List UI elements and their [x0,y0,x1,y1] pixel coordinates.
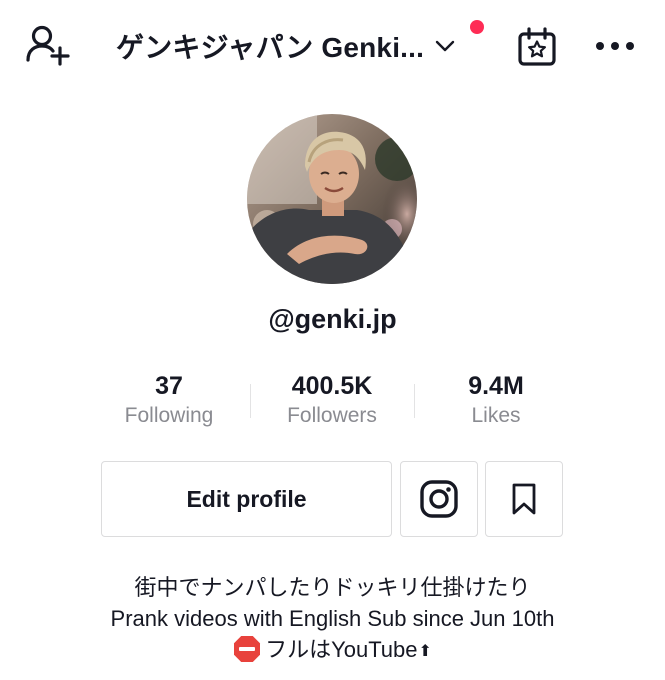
edit-profile-button[interactable]: Edit profile [101,461,392,537]
calendar-button[interactable] [514,24,560,70]
bio-up-arrow: ⬆ [418,643,432,660]
stat-likes[interactable]: 9.4M Likes [411,370,581,428]
chevron-down-icon [435,40,455,52]
instagram-button[interactable] [400,461,478,537]
top-navigation-bar: ゲンキジャパン Genki... [0,0,665,92]
instagram-icon [420,480,458,518]
following-label: Following [124,404,214,427]
profile-photo [247,114,417,284]
username: @genki.jp [268,304,397,334]
followers-label: Followers [287,404,377,427]
bio-line-3: フルはYouTube⬆ [0,634,665,667]
avatar[interactable] [247,114,417,284]
stat-followers[interactable]: 400.5K Followers [247,370,417,428]
followers-count: 400.5K [291,372,373,400]
likes-count: 9.4M [468,372,524,400]
more-horizontal-icon [596,42,634,50]
bio-line-1: 街中でナンパしたりドッキリ仕掛けたり [134,575,531,600]
more-options-button[interactable] [592,26,638,66]
account-name: ゲンキジャパン Genki... [116,32,425,63]
favorites-button[interactable] [485,461,563,537]
profile-bio: 街中でナンパしたりドッキリ仕掛けたり Prank videos with Eng… [0,572,665,667]
stop-sign-icon [234,636,261,662]
add-user-icon [26,25,70,66]
following-count: 37 [155,372,183,400]
likes-label: Likes [471,404,521,427]
stat-following[interactable]: 37 Following [84,370,254,428]
notification-dot [470,20,484,34]
calendar-star-icon [518,27,556,66]
add-user-button[interactable] [24,22,72,68]
bio-line-3-text: フルはYouTube [265,637,418,662]
bio-line-2: Prank videos with English Sub since Jun … [110,606,555,631]
bookmark-icon [512,483,536,515]
account-switcher[interactable]: ゲンキジャパン Genki... [116,24,456,68]
